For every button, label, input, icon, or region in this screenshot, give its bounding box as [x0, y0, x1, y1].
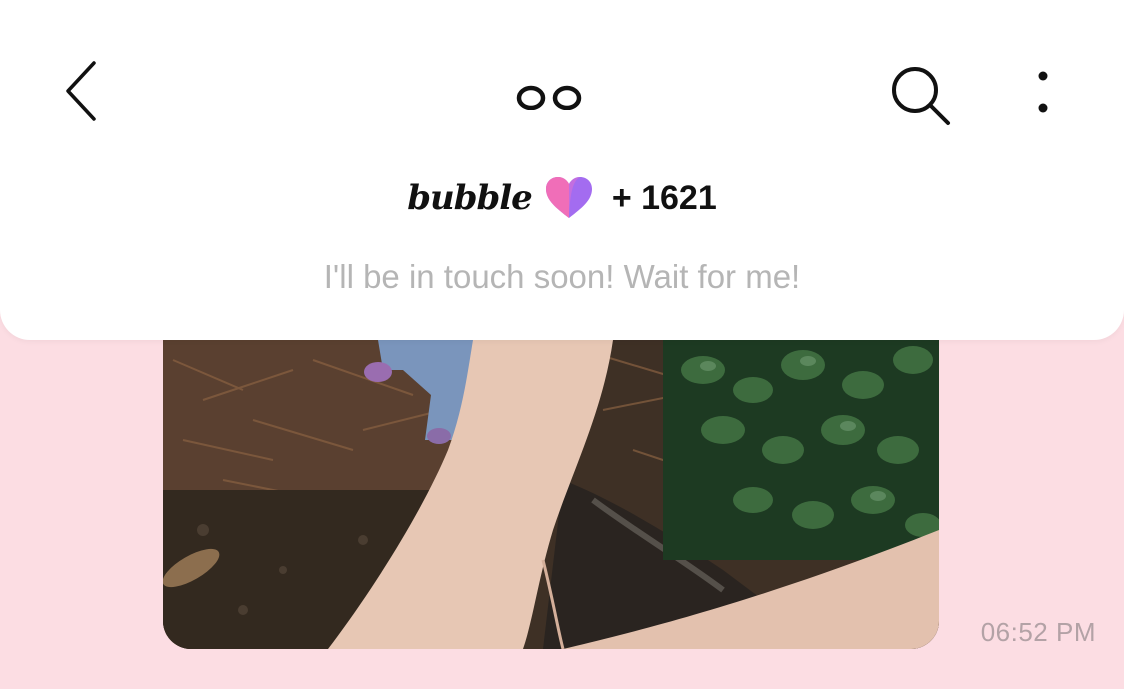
more-vertical-icon: [1038, 71, 1048, 113]
status-message: I'll be in touch soon! Wait for me!: [323, 258, 801, 295]
follower-count: + 1621: [611, 178, 717, 217]
chevron-left-icon: [66, 61, 96, 121]
message-timestamp: 06:52 PM: [980, 617, 1096, 647]
app-logo: [500, 62, 600, 118]
search-icon: [892, 67, 950, 125]
brand-name: bubble: [407, 178, 533, 218]
search-button[interactable]: [882, 58, 958, 132]
photo-message[interactable]: [163, 300, 939, 649]
photo-image: [163, 300, 939, 649]
back-button[interactable]: [52, 56, 112, 126]
chat-screen: 06:52 PM bubble + 1621 I'll be in touch …: [0, 0, 1124, 689]
more-options-button[interactable]: [1020, 60, 1066, 124]
heart-icon: [545, 177, 592, 218]
chat-header: bubble + 1621 I'll be in touch soon! Wai…: [0, 0, 1124, 340]
chat-title[interactable]: bubble + 1621: [0, 172, 1124, 224]
two-circles-logo-icon: [516, 85, 582, 110]
